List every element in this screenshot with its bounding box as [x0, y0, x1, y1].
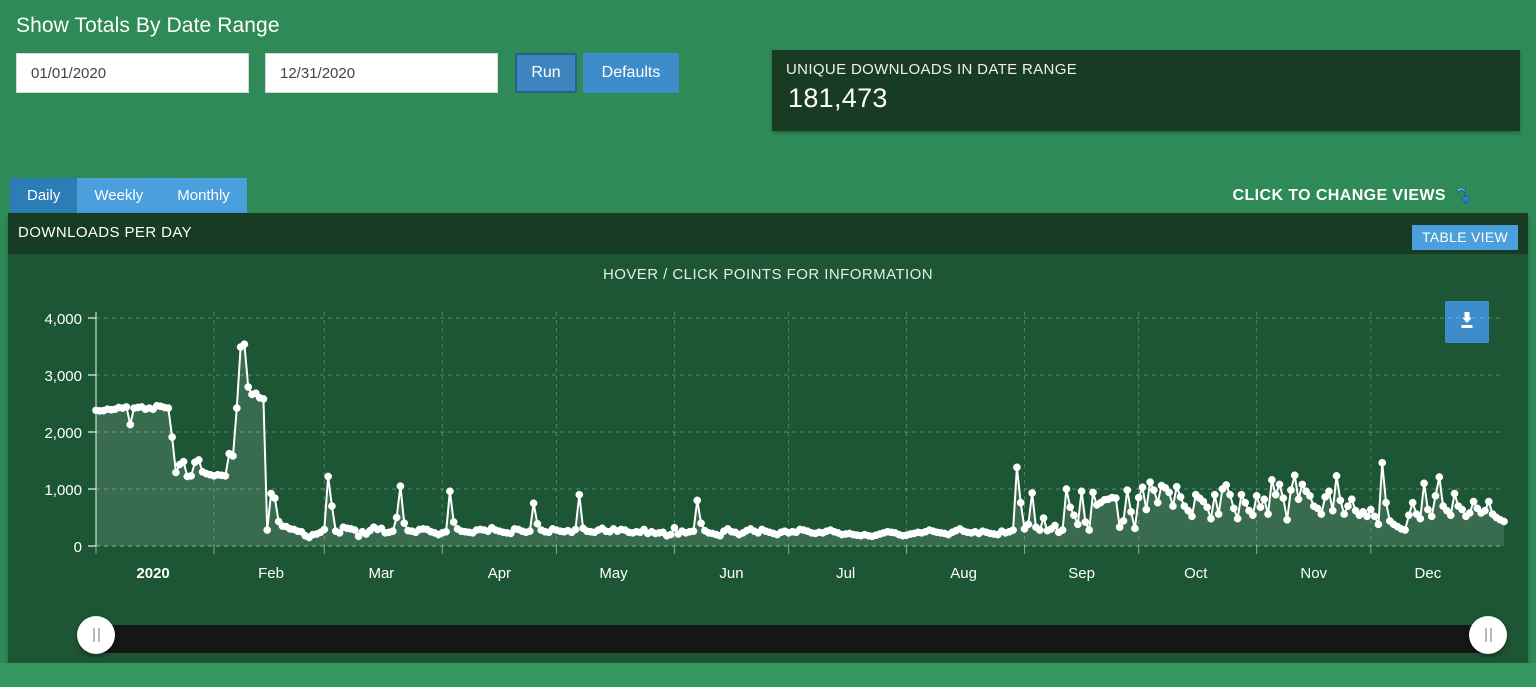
x-axis-tick-label: Feb — [258, 565, 284, 582]
y-axis-tick-label: 4,000 — [44, 311, 82, 328]
date-range-filter: Show Totals By Date Range Run Defaults — [0, 0, 760, 140]
chart-panel-header: DOWNLOADS PER DAY TABLE VIEW — [8, 213, 1528, 254]
chart-range-slider[interactable] — [96, 625, 1488, 653]
y-axis-tick-label: 0 — [74, 539, 82, 556]
x-axis-tick-label: Apr — [488, 565, 511, 582]
x-axis-tick-label: Jun — [719, 565, 743, 582]
x-axis-tick-label: Jul — [836, 565, 855, 582]
chart-panel: DOWNLOADS PER DAY TABLE VIEW HOVER / CLI… — [8, 213, 1528, 663]
end-date-input[interactable] — [265, 53, 498, 93]
chart-hint: HOVER / CLICK POINTS FOR INFORMATION — [8, 266, 1528, 283]
table-view-button[interactable]: TABLE VIEW — [1412, 225, 1518, 250]
dashboard-root: Show Totals By Date Range Run Defaults U… — [0, 0, 1536, 687]
tab-monthly[interactable]: Monthly — [160, 178, 247, 213]
y-axis-tick-label: 1,000 — [44, 482, 82, 499]
downloads-line-chart[interactable]: 0 1,000 2,000 3,000 4,000 2020 Feb Mar Apr May Jun… — [8, 288, 1528, 618]
start-date-input[interactable] — [16, 53, 249, 93]
x-axis-tick-label: Sep — [1068, 565, 1095, 582]
chart-plot-area[interactable]: 0 1,000 2,000 3,000 4,000 2020 Feb Mar Apr May Jun… — [8, 288, 1528, 618]
defaults-button[interactable]: Defaults — [583, 53, 679, 93]
range-right-handle[interactable] — [1469, 616, 1507, 654]
curved-arrow-down-icon — [1454, 185, 1478, 209]
unique-downloads-card: UNIQUE DOWNLOADS IN DATE RANGE 181,473 — [772, 50, 1520, 131]
page-bottom-strip — [0, 663, 1536, 687]
x-axis-tick-label: Aug — [950, 565, 977, 582]
x-axis-tick-label: Oct — [1184, 565, 1208, 582]
range-slider-track[interactable] — [96, 625, 1488, 653]
change-views-link[interactable]: CLICK TO CHANGE VIEWS — [1233, 178, 1478, 213]
series-area-fill — [96, 344, 1504, 546]
x-axis-tick-label: Dec — [1415, 565, 1442, 582]
chart-title: DOWNLOADS PER DAY — [18, 224, 192, 241]
kpi-label: UNIQUE DOWNLOADS IN DATE RANGE — [786, 61, 1077, 78]
x-axis-tick-label: May — [599, 565, 628, 582]
x-axis-tick-label: 2020 — [136, 565, 169, 582]
tab-daily[interactable]: Daily — [10, 178, 77, 213]
view-tabs: Daily Weekly Monthly — [10, 178, 247, 213]
range-left-handle[interactable] — [77, 616, 115, 654]
change-views-label: CLICK TO CHANGE VIEWS — [1233, 187, 1446, 205]
grip-icon — [93, 628, 100, 642]
page-title: Show Totals By Date Range — [16, 14, 280, 38]
x-axis-tick-label: Nov — [1300, 565, 1327, 582]
grip-icon — [1485, 628, 1492, 642]
y-axis-tick-label: 2,000 — [44, 425, 82, 442]
kpi-value: 181,473 — [788, 83, 888, 114]
run-button[interactable]: Run — [515, 53, 577, 93]
x-axis-tick-label: Mar — [368, 565, 394, 582]
tab-weekly[interactable]: Weekly — [77, 178, 160, 213]
y-axis-tick-label: 3,000 — [44, 368, 82, 385]
